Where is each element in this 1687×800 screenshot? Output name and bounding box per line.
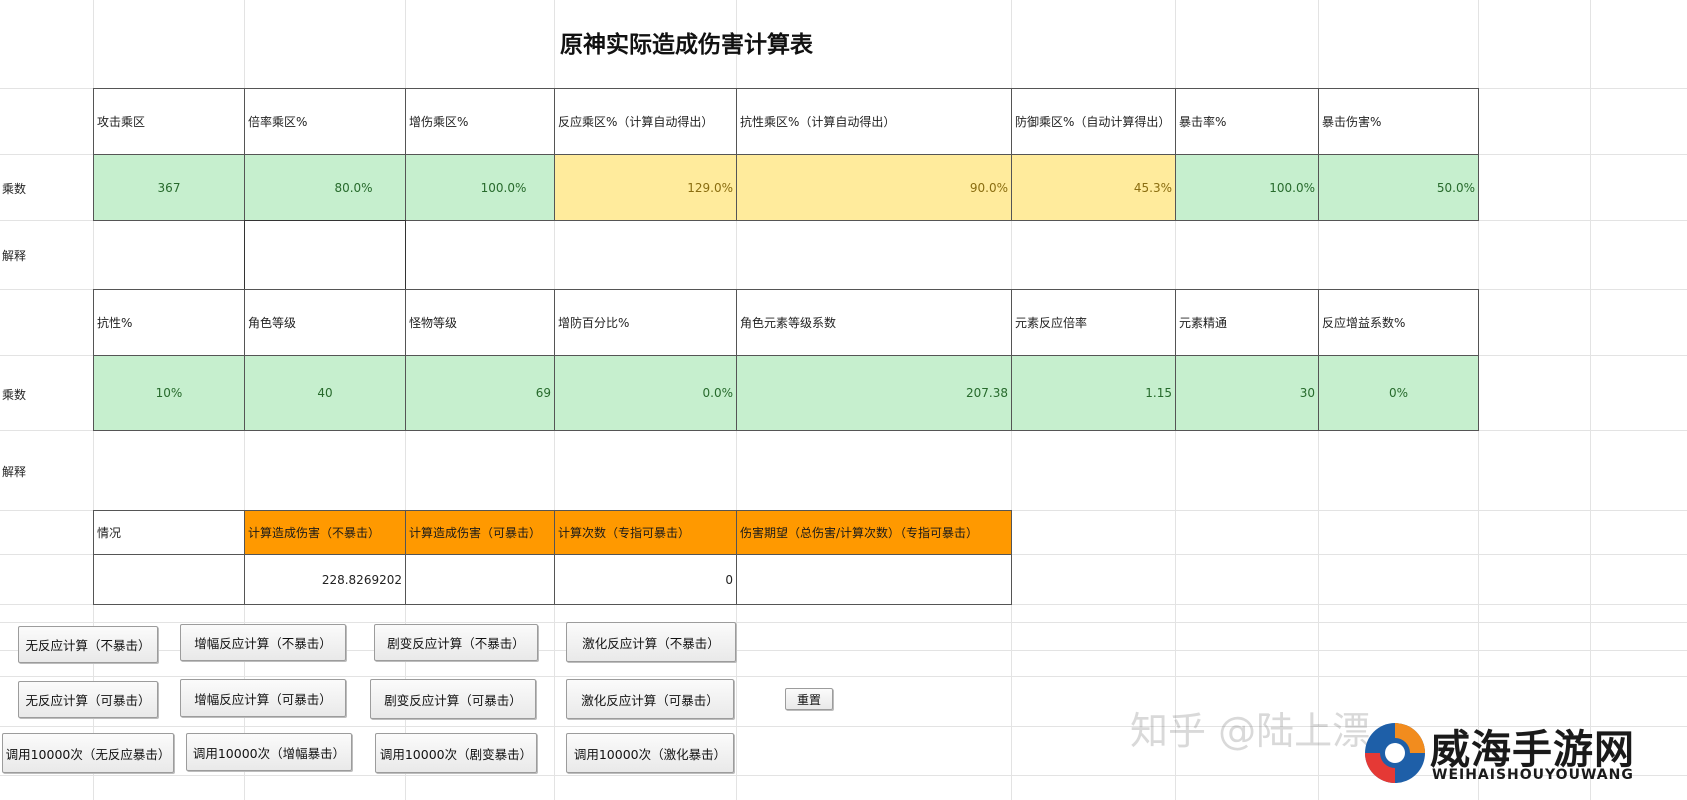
value-cell-crit-rate[interactable]: 100.0% bbox=[1175, 154, 1319, 221]
run-10000-catalyze-button[interactable]: 调用10000次（激化暴击） bbox=[566, 733, 734, 773]
catalyze-no-crit-button[interactable]: 激化反应计算（不暴击） bbox=[566, 622, 736, 662]
header-cell[interactable]: 抗性乘区%（计算自动得出） bbox=[736, 88, 1012, 155]
header-cell[interactable]: 角色等级 bbox=[244, 289, 406, 356]
header-cell-dmg-expectation[interactable]: 伤害期望（总伤害/计算次数）（专指可暴击） bbox=[736, 510, 1012, 555]
header-cell[interactable]: 角色元素等级系数 bbox=[736, 289, 1012, 356]
row-label-coef: 乘数 bbox=[2, 388, 27, 402]
value-cell-crit-dmg[interactable]: 50.0% bbox=[1318, 154, 1479, 221]
reset-button[interactable]: 重置 bbox=[785, 688, 833, 710]
transform-no-crit-button[interactable]: 剧变反应计算（不暴击） bbox=[374, 624, 538, 661]
header-cell[interactable]: 元素反应倍率 bbox=[1011, 289, 1176, 356]
header-cell[interactable]: 暴击伤害% bbox=[1318, 88, 1479, 155]
value-cell-attack[interactable]: 367 bbox=[93, 154, 245, 221]
value-cell-char-level[interactable]: 40 bbox=[244, 355, 406, 431]
value-cell-level-coef[interactable]: 207.38 bbox=[736, 355, 1012, 431]
row-label-explain: 解释 bbox=[2, 249, 27, 263]
header-cell[interactable]: 暴击率% bbox=[1175, 88, 1319, 155]
zhihu-watermark: 知乎 @陆上漂 bbox=[1130, 709, 1371, 753]
amplify-crit-button[interactable]: 增幅反应计算（可暴击） bbox=[180, 679, 346, 717]
value-cell-reaction-bonus[interactable]: 0% bbox=[1318, 355, 1479, 431]
header-cell-dmg-crit[interactable]: 计算造成伤害（可暴击） bbox=[405, 510, 555, 555]
header-cell[interactable]: 攻击乘区 bbox=[93, 88, 245, 155]
header-cell-situation[interactable]: 情况 bbox=[93, 510, 245, 555]
header-cell[interactable]: 怪物等级 bbox=[405, 289, 555, 356]
amplify-no-crit-button[interactable]: 增幅反应计算（不暴击） bbox=[180, 624, 346, 661]
transform-crit-button[interactable]: 剧变反应计算（可暴击） bbox=[370, 679, 536, 719]
result-cell-calc-count[interactable]: 0 bbox=[554, 554, 737, 605]
swirl-logo-icon bbox=[1365, 723, 1425, 783]
value-cell-reaction-rate[interactable]: 1.15 bbox=[1011, 355, 1176, 431]
header-cell[interactable]: 增防百分比% bbox=[554, 289, 737, 356]
no-reaction-crit-button[interactable]: 无反应计算（可暴击） bbox=[18, 681, 158, 718]
catalyze-crit-button[interactable]: 激化反应计算（可暴击） bbox=[566, 679, 734, 719]
no-reaction-no-crit-button[interactable]: 无反应计算（不暴击） bbox=[18, 626, 158, 663]
header-cell[interactable]: 反应增益系数% bbox=[1318, 289, 1479, 356]
row-label-coef: 乘数 bbox=[2, 182, 27, 196]
site-logo: 威海手游网 WEIHAISHOUYOUWANG bbox=[1360, 715, 1675, 795]
row-label-explain: 解释 bbox=[2, 465, 27, 479]
brand-name-en: WEIHAISHOUYOUWANG bbox=[1432, 767, 1634, 783]
value-cell-elemental-mastery[interactable]: 30 bbox=[1175, 355, 1319, 431]
header-cell[interactable]: 反应乘区%（计算自动得出） bbox=[554, 88, 737, 155]
run-10000-transform-button[interactable]: 调用10000次（剧变暴击） bbox=[375, 733, 537, 773]
value-cell-multiplier[interactable]: 80.0% bbox=[244, 154, 406, 221]
result-cell-dmg-expectation[interactable] bbox=[736, 554, 1012, 605]
run-10000-amplify-button[interactable]: 调用10000次（增幅暴击） bbox=[186, 733, 352, 771]
result-cell-dmg-crit[interactable] bbox=[405, 554, 555, 605]
header-cell[interactable]: 增伤乘区% bbox=[405, 88, 555, 155]
header-cell-calc-count[interactable]: 计算次数（专指可暴击） bbox=[554, 510, 737, 555]
header-cell[interactable]: 倍率乘区% bbox=[244, 88, 406, 155]
value-cell-def-increase[interactable]: 0.0% bbox=[554, 355, 737, 431]
run-10000-no-reaction-button[interactable]: 调用10000次（无反应暴击） bbox=[2, 733, 174, 773]
header-cell[interactable]: 防御乘区%（自动计算得出） bbox=[1011, 88, 1176, 155]
value-cell-monster-level[interactable]: 69 bbox=[405, 355, 555, 431]
sheet-title: 原神实际造成伤害计算表 bbox=[560, 32, 813, 58]
header-cell-dmg-no-crit[interactable]: 计算造成伤害（不暴击） bbox=[244, 510, 406, 555]
value-cell-reaction[interactable]: 129.0% bbox=[554, 154, 737, 221]
selected-cell[interactable] bbox=[244, 220, 406, 290]
result-cell[interactable] bbox=[93, 554, 245, 605]
result-cell-dmg-no-crit[interactable]: 228.8269202 bbox=[244, 554, 406, 605]
value-cell-dmg-bonus[interactable]: 100.0% bbox=[405, 154, 555, 221]
value-cell-resistance-pct[interactable]: 10% bbox=[93, 355, 245, 431]
value-cell-defense[interactable]: 45.3% bbox=[1011, 154, 1176, 221]
header-cell[interactable]: 元素精通 bbox=[1175, 289, 1319, 356]
value-cell-resistance[interactable]: 90.0% bbox=[736, 154, 1012, 221]
header-cell[interactable]: 抗性% bbox=[93, 289, 245, 356]
